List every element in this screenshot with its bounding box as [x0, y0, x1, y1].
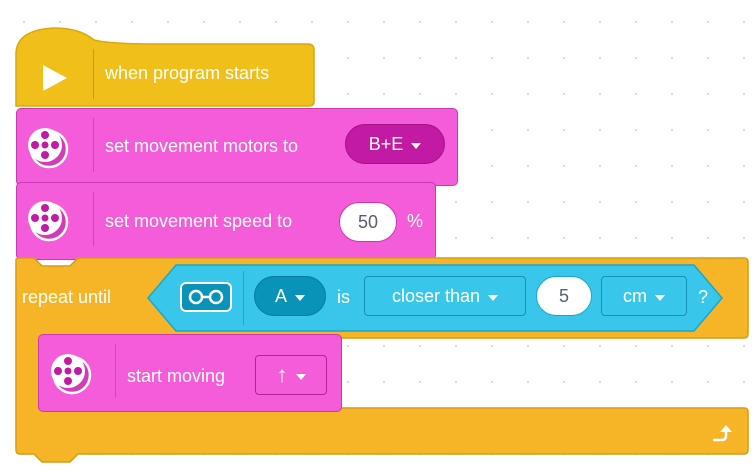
set-speed-label: set movement speed to: [105, 211, 293, 231]
distance-sensor-icon: [180, 282, 232, 312]
start-moving-label: start moving: [127, 366, 226, 386]
motor-ports-dropdown[interactable]: B+E: [345, 124, 445, 164]
distance-input[interactable]: 5: [536, 276, 592, 316]
speed-unit: %: [407, 211, 424, 231]
comparison-dropdown[interactable]: closer than: [364, 276, 526, 316]
direction-arrow-icon: ↑: [276, 362, 288, 387]
chevron-down-icon: [411, 142, 422, 149]
hat-label: when program starts: [105, 63, 270, 83]
direction-dropdown[interactable]: ↑: [255, 355, 327, 395]
comparison-value: closer than: [391, 285, 481, 306]
speed-input[interactable]: 50: [339, 202, 397, 242]
play-icon: [43, 65, 67, 91]
set-motors-label: set movement motors to: [105, 136, 299, 156]
chevron-down-icon: [488, 294, 499, 301]
motor-pair-icon: [28, 201, 69, 242]
chevron-down-icon: [655, 294, 665, 301]
loop-arrow-icon: [713, 425, 732, 442]
chevron-down-icon: [295, 373, 306, 380]
chevron-down-icon: [295, 294, 305, 301]
sensor-port-dropdown[interactable]: A: [254, 276, 326, 316]
motor-pair-icon: [51, 354, 92, 395]
unit-dropdown[interactable]: cm: [601, 276, 687, 316]
motor-ports-value: B+E: [368, 133, 404, 154]
repeat-until-label: repeat until: [22, 287, 112, 307]
motor-pair-icon: [28, 128, 69, 169]
condition-question-mark: ?: [698, 287, 709, 307]
is-label: is: [337, 287, 350, 307]
sensor-port-value: A: [274, 285, 287, 306]
unit-value: cm: [623, 285, 647, 306]
